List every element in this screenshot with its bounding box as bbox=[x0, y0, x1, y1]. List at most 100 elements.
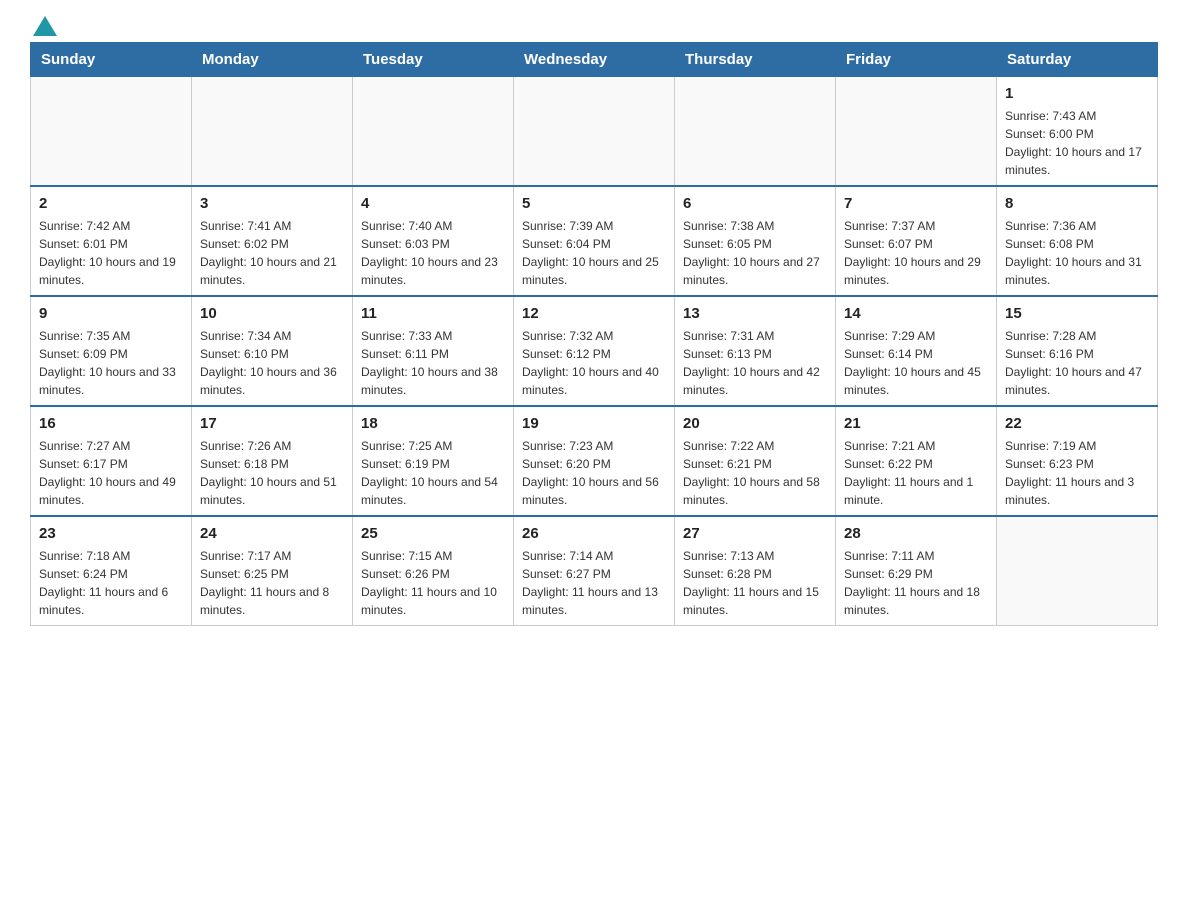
calendar-cell: 18Sunrise: 7:25 AM Sunset: 6:19 PM Dayli… bbox=[353, 406, 514, 516]
calendar-cell bbox=[353, 77, 514, 187]
calendar-cell bbox=[675, 77, 836, 187]
calendar-cell: 19 Sunrise: 7:23 AM Sunset: 6:20 PM Dayli… bbox=[514, 406, 675, 516]
day-number: 16 bbox=[39, 413, 183, 434]
calendar-cell: 17 Sunrise: 7:26 AM Sunset: 6:18 PM Dayli… bbox=[192, 406, 353, 516]
calendar-cell: 9 Sunrise: 7:35 AM Sunset: 6:09 PM Daylig… bbox=[31, 296, 192, 406]
calendar-cell: 11 Sunrise: 7:33 AM Sunset: 6:11 PM Dayli… bbox=[353, 296, 514, 406]
day-number: 15 bbox=[1005, 303, 1149, 324]
calendar-header-thursday: Thursday bbox=[675, 43, 836, 77]
calendar-header-wednesday: Wednesday bbox=[514, 43, 675, 77]
day-info: Sunrise: 7:14 AM Sunset: 6:27 PM Dayligh… bbox=[522, 547, 666, 619]
calendar-cell: 28 Sunrise: 7:11 AM Sunset: 6:29 PM Dayli… bbox=[836, 516, 997, 626]
day-info: Sunrise: 7:13 AM Sunset: 6:28 PM Dayligh… bbox=[683, 547, 827, 619]
calendar-header-monday: Monday bbox=[192, 43, 353, 77]
day-number: 2 bbox=[39, 193, 183, 214]
calendar-cell: 7 Sunrise: 7:37 AM Sunset: 6:07 PM Daylig… bbox=[836, 186, 997, 296]
calendar-table: SundayMondayTuesdayWednesdayThursdayFrid… bbox=[30, 42, 1158, 626]
calendar-cell: 4 Sunrise: 7:40 AM Sunset: 6:03 PM Daylig… bbox=[353, 186, 514, 296]
day-info: Sunrise: 7:43 AM Sunset: 6:00 PM Dayligh… bbox=[1005, 107, 1149, 179]
calendar-cell bbox=[192, 77, 353, 187]
calendar-cell: 5 Sunrise: 7:39 AM Sunset: 6:04 PM Daylig… bbox=[514, 186, 675, 296]
day-info: Sunrise: 7:11 AM Sunset: 6:29 PM Dayligh… bbox=[844, 547, 988, 619]
calendar-cell: 10 Sunrise: 7:34 AM Sunset: 6:10 PM Dayli… bbox=[192, 296, 353, 406]
day-info: Sunrise: 7:18 AM Sunset: 6:24 PM Dayligh… bbox=[39, 547, 183, 619]
day-number: 7 bbox=[844, 193, 988, 214]
day-info: Sunrise: 7:31 AM Sunset: 6:13 PM Dayligh… bbox=[683, 327, 827, 399]
day-number: 24 bbox=[200, 523, 344, 544]
day-info: Sunrise: 7:33 AM Sunset: 6:11 PM Dayligh… bbox=[361, 327, 505, 399]
calendar-cell: 15 Sunrise: 7:28 AM Sunset: 6:16 PM Dayli… bbox=[997, 296, 1158, 406]
logo bbox=[30, 20, 57, 32]
calendar-cell bbox=[514, 77, 675, 187]
day-info: Sunrise: 7:35 AM Sunset: 6:09 PM Dayligh… bbox=[39, 327, 183, 399]
calendar-cell bbox=[31, 77, 192, 187]
calendar-cell: 20 Sunrise: 7:22 AM Sunset: 6:21 PM Dayli… bbox=[675, 406, 836, 516]
day-info: Sunrise: 7:19 AM Sunset: 6:23 PM Dayligh… bbox=[1005, 437, 1149, 509]
calendar-cell: 2 Sunrise: 7:42 AM Sunset: 6:01 PM Daylig… bbox=[31, 186, 192, 296]
day-number: 14 bbox=[844, 303, 988, 324]
day-info: Sunrise: 7:26 AM Sunset: 6:18 PM Dayligh… bbox=[200, 437, 344, 509]
day-number: 23 bbox=[39, 523, 183, 544]
day-info: Sunrise: 7:23 AM Sunset: 6:20 PM Dayligh… bbox=[522, 437, 666, 509]
day-info: Sunrise: 7:40 AM Sunset: 6:03 PM Dayligh… bbox=[361, 217, 505, 289]
day-info: Sunrise: 7:42 AM Sunset: 6:01 PM Dayligh… bbox=[39, 217, 183, 289]
page-header bbox=[30, 20, 1158, 32]
calendar-cell bbox=[836, 77, 997, 187]
day-info: Sunrise: 7:22 AM Sunset: 6:21 PM Dayligh… bbox=[683, 437, 827, 509]
day-number: 25 bbox=[361, 523, 505, 544]
calendar-cell: 23 Sunrise: 7:18 AM Sunset: 6:24 PM Dayli… bbox=[31, 516, 192, 626]
calendar-cell: 27 Sunrise: 7:13 AM Sunset: 6:28 PM Dayli… bbox=[675, 516, 836, 626]
calendar-cell: 3 Sunrise: 7:41 AM Sunset: 6:02 PM Daylig… bbox=[192, 186, 353, 296]
day-info: Sunrise: 7:38 AM Sunset: 6:05 PM Dayligh… bbox=[683, 217, 827, 289]
calendar-cell: 14 Sunrise: 7:29 AM Sunset: 6:14 PM Dayli… bbox=[836, 296, 997, 406]
calendar-cell: 8 Sunrise: 7:36 AM Sunset: 6:08 PM Daylig… bbox=[997, 186, 1158, 296]
day-number: 9 bbox=[39, 303, 183, 324]
day-info: Sunrise: 7:17 AM Sunset: 6:25 PM Dayligh… bbox=[200, 547, 344, 619]
day-number: 21 bbox=[844, 413, 988, 434]
day-number: 18 bbox=[361, 413, 505, 434]
calendar-cell: 26 Sunrise: 7:14 AM Sunset: 6:27 PM Dayli… bbox=[514, 516, 675, 626]
day-info: Sunrise: 7:27 AM Sunset: 6:17 PM Dayligh… bbox=[39, 437, 183, 509]
day-info: Sunrise: 7:21 AM Sunset: 6:22 PM Dayligh… bbox=[844, 437, 988, 509]
calendar-cell: 6 Sunrise: 7:38 AM Sunset: 6:05 PM Daylig… bbox=[675, 186, 836, 296]
calendar-cell: 25Sunrise: 7:15 AM Sunset: 6:26 PM Dayli… bbox=[353, 516, 514, 626]
calendar-cell: 22 Sunrise: 7:19 AM Sunset: 6:23 PM Dayli… bbox=[997, 406, 1158, 516]
day-number: 22 bbox=[1005, 413, 1149, 434]
calendar-week-row: 2 Sunrise: 7:42 AM Sunset: 6:01 PM Daylig… bbox=[31, 186, 1158, 296]
day-number: 20 bbox=[683, 413, 827, 434]
day-info: Sunrise: 7:34 AM Sunset: 6:10 PM Dayligh… bbox=[200, 327, 344, 399]
calendar-cell: 24 Sunrise: 7:17 AM Sunset: 6:25 PM Dayli… bbox=[192, 516, 353, 626]
day-info: Sunrise: 7:39 AM Sunset: 6:04 PM Dayligh… bbox=[522, 217, 666, 289]
day-number: 11 bbox=[361, 303, 505, 324]
calendar-header-saturday: Saturday bbox=[997, 43, 1158, 77]
day-info: Sunrise: 7:28 AM Sunset: 6:16 PM Dayligh… bbox=[1005, 327, 1149, 399]
day-number: 3 bbox=[200, 193, 344, 214]
calendar-week-row: 16 Sunrise: 7:27 AM Sunset: 6:17 PM Dayli… bbox=[31, 406, 1158, 516]
day-number: 8 bbox=[1005, 193, 1149, 214]
day-number: 6 bbox=[683, 193, 827, 214]
day-info: Sunrise: 7:29 AM Sunset: 6:14 PM Dayligh… bbox=[844, 327, 988, 399]
day-number: 4 bbox=[361, 193, 505, 214]
day-info: Sunrise: 7:41 AM Sunset: 6:02 PM Dayligh… bbox=[200, 217, 344, 289]
day-info: Sunrise: 7:32 AM Sunset: 6:12 PM Dayligh… bbox=[522, 327, 666, 399]
calendar-week-row: 9 Sunrise: 7:35 AM Sunset: 6:09 PM Daylig… bbox=[31, 296, 1158, 406]
day-number: 17 bbox=[200, 413, 344, 434]
calendar-cell bbox=[997, 516, 1158, 626]
calendar-header-friday: Friday bbox=[836, 43, 997, 77]
day-number: 10 bbox=[200, 303, 344, 324]
calendar-header-tuesday: Tuesday bbox=[353, 43, 514, 77]
day-number: 26 bbox=[522, 523, 666, 544]
day-number: 1 bbox=[1005, 83, 1149, 104]
day-number: 12 bbox=[522, 303, 666, 324]
day-number: 19 bbox=[522, 413, 666, 434]
calendar-cell: 21 Sunrise: 7:21 AM Sunset: 6:22 PM Dayli… bbox=[836, 406, 997, 516]
day-info: Sunrise: 7:36 AM Sunset: 6:08 PM Dayligh… bbox=[1005, 217, 1149, 289]
calendar-cell: 1 Sunrise: 7:43 AM Sunset: 6:00 PM Daylig… bbox=[997, 77, 1158, 187]
day-number: 27 bbox=[683, 523, 827, 544]
day-number: 5 bbox=[522, 193, 666, 214]
day-info: Sunrise: 7:37 AM Sunset: 6:07 PM Dayligh… bbox=[844, 217, 988, 289]
day-number: 28 bbox=[844, 523, 988, 544]
calendar-cell: 12 Sunrise: 7:32 AM Sunset: 6:12 PM Dayli… bbox=[514, 296, 675, 406]
logo-triangle-icon bbox=[33, 16, 57, 36]
calendar-week-row: 1 Sunrise: 7:43 AM Sunset: 6:00 PM Daylig… bbox=[31, 77, 1158, 187]
